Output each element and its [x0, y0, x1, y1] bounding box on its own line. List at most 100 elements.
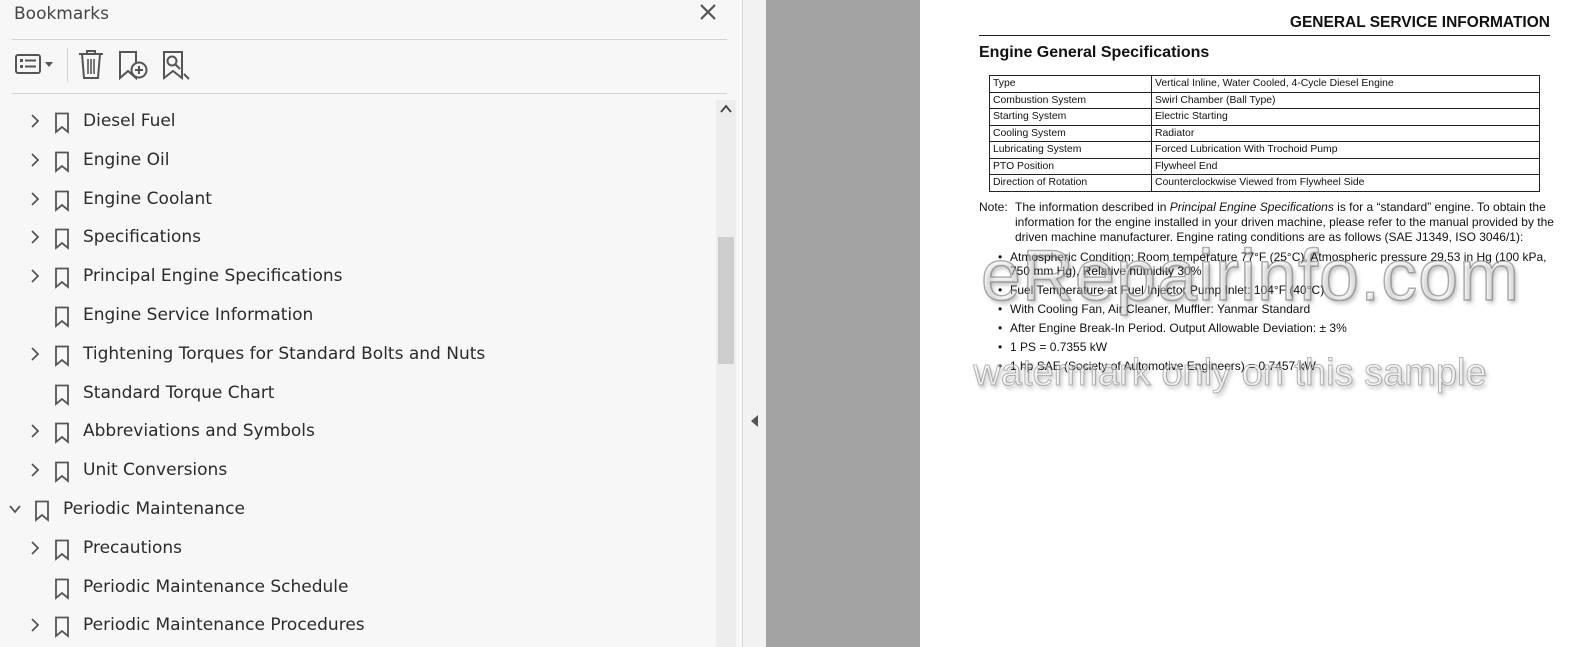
- options-menu-button[interactable]: [14, 48, 58, 82]
- bookmark-label: Abbreviations and Symbols: [83, 421, 315, 442]
- bookmark-label: Specifications: [83, 227, 202, 248]
- bookmark-icon: [55, 306, 69, 328]
- bookmark-item[interactable]: Periodic Maintenance Procedures: [0, 606, 716, 644]
- bookmark-icon: [55, 422, 69, 445]
- note-body: The information described in Principal E…: [1015, 200, 1555, 245]
- chevron-right-icon[interactable]: [28, 191, 42, 207]
- spec-table: Type Vertical Inline, Water Cooled, 4-Cyc…: [989, 75, 1540, 192]
- bookmark-item[interactable]: Unit Conversions: [0, 451, 716, 489]
- note-text: The information described in: [1015, 200, 1170, 214]
- bookmark-icon: [55, 539, 69, 561]
- add-bookmark-button[interactable]: [116, 48, 150, 82]
- chevron-right-icon[interactable]: [28, 229, 42, 245]
- bookmark-item[interactable]: Precautions: [0, 529, 716, 567]
- bookmark-icon: [55, 578, 69, 600]
- scroll-up-icon[interactable]: [719, 102, 733, 116]
- collapse-panel-icon[interactable]: [750, 414, 760, 428]
- bookmark-label: Engine Service Information: [83, 305, 314, 325]
- bookmark-label: Standard Torque Chart: [83, 382, 275, 403]
- bookmark-item[interactable]: Periodic Maintenance: [0, 490, 716, 528]
- bookmark-icon: [35, 500, 49, 522]
- bookmark-item[interactable]: Tightening Torques for Standard Bolts an…: [0, 335, 716, 373]
- divider: [12, 39, 727, 40]
- document-page: GENERAL SERVICE INFORMATION Engine Gener…: [920, 0, 1581, 647]
- bookmark-icon: [55, 384, 69, 406]
- panel-splitter[interactable]: [742, 0, 767, 647]
- bookmark-item[interactable]: Standard Torque Chart: [0, 374, 716, 412]
- list-item: With Cooling Fan, Air Cleaner, Muffler: …: [998, 302, 1558, 316]
- bookmark-icon: [55, 151, 69, 173]
- table-row: Cooling System Radiator: [989, 124, 1540, 142]
- divider: [12, 93, 727, 94]
- add-bookmark-icon: [119, 51, 148, 81]
- list-item: Atmospheric Condition: Room temperature …: [998, 250, 1558, 278]
- bookmark-icon: [55, 190, 69, 212]
- spec-value: Swirl Chamber (Ball Type): [1151, 91, 1540, 109]
- bookmark-item[interactable]: Abbreviations and Symbols: [0, 412, 716, 450]
- bookmark-icon: [55, 616, 69, 639]
- table-row: Direction of Rotation Counterclockwise Vi…: [989, 174, 1540, 192]
- spec-key: Starting System: [989, 108, 1152, 126]
- list-item: 1 PS = 0.7355 kW: [998, 340, 1558, 354]
- find-bookmark-button[interactable]: [160, 48, 192, 82]
- bookmark-icon: [55, 112, 69, 134]
- spec-value: Forced Lubrication With Trochoid Pump: [1151, 141, 1540, 159]
- bookmark-label: Precautions: [83, 537, 182, 558]
- spec-key: PTO Position: [989, 157, 1152, 175]
- bookmark-item[interactable]: Engine Oil: [0, 141, 716, 179]
- bookmarks-panel: Bookmarks Diesel Fuel Engine Oil Engine …: [0, 0, 742, 647]
- document-background: [766, 0, 920, 647]
- bookmark-item[interactable]: Principal Engine Specifications: [0, 257, 716, 295]
- spec-key: Lubricating System: [989, 141, 1152, 159]
- chevron-down-icon[interactable]: [8, 501, 22, 517]
- chevron-right-icon[interactable]: [28, 423, 42, 439]
- bookmark-icon: [55, 267, 69, 290]
- list-options-icon: [15, 54, 53, 74]
- note-prefix: Note:: [979, 200, 1008, 214]
- spec-key: Cooling System: [989, 124, 1152, 142]
- chevron-right-icon[interactable]: [28, 346, 42, 362]
- bookmark-icon: [55, 228, 69, 251]
- chevron-right-icon[interactable]: [28, 540, 42, 556]
- bookmark-label: Tightening Torques for Standard Bolts an…: [83, 343, 486, 364]
- chevron-right-icon[interactable]: [28, 617, 42, 633]
- spec-key: Type: [989, 75, 1152, 93]
- bookmark-label: Engine Coolant: [83, 188, 212, 209]
- scrollbar-thumb[interactable]: [718, 237, 734, 364]
- bookmark-label: Engine Oil: [83, 149, 170, 170]
- bookmark-item[interactable]: Diesel Fuel: [0, 102, 716, 140]
- table-row: Starting System Electric Starting: [989, 108, 1540, 126]
- trash-icon: [79, 50, 103, 79]
- spec-value: Vertical Inline, Water Cooled, 4-Cycle D…: [1151, 75, 1540, 93]
- bookmark-label: Periodic Maintenance Schedule: [83, 576, 349, 597]
- search-bookmark-icon: [163, 51, 190, 81]
- delete-bookmark-button[interactable]: [76, 48, 106, 82]
- bookmarks-scrollbar[interactable]: [716, 100, 736, 647]
- table-row: Type Vertical Inline, Water Cooled, 4-Cyc…: [989, 75, 1540, 93]
- chevron-right-icon[interactable]: [28, 152, 42, 168]
- note-italic-reference: Principal Engine Specifications: [1169, 200, 1334, 214]
- chevron-right-icon[interactable]: [28, 113, 42, 129]
- panel-title: Bookmarks: [14, 4, 109, 24]
- bookmark-icon: [55, 345, 69, 367]
- spec-value: Electric Starting: [1151, 108, 1540, 126]
- list-item: 1 hp SAE (Society of Automotive Engineer…: [998, 359, 1558, 373]
- table-row: Lubricating System Forced Lubrication Wit…: [989, 141, 1540, 159]
- spec-value: Radiator: [1151, 124, 1540, 142]
- bookmark-label: Periodic Maintenance Procedures: [83, 615, 365, 636]
- chevron-right-icon[interactable]: [28, 462, 42, 478]
- page-header: GENERAL SERVICE INFORMATION: [979, 14, 1550, 36]
- bookmark-item[interactable]: Periodic Maintenance Schedule: [0, 568, 716, 606]
- spec-key: Direction of Rotation: [989, 174, 1152, 192]
- bookmark-label: Unit Conversions: [83, 460, 228, 481]
- close-icon: [700, 4, 716, 20]
- bookmark-label: Principal Engine Specifications: [83, 266, 343, 287]
- bookmark-item[interactable]: Engine Coolant: [0, 180, 716, 218]
- rating-conditions-list: Atmospheric Condition: Room temperature …: [998, 250, 1558, 378]
- table-row: Combustion System Swirl Chamber (Ball Typ…: [989, 91, 1540, 109]
- bookmark-item[interactable]: Specifications: [0, 218, 716, 256]
- chevron-right-icon[interactable]: [28, 268, 42, 284]
- bookmark-item[interactable]: Engine Service Information: [0, 296, 716, 334]
- list-item: Fuel Temperature at Fuel Injector Pump I…: [998, 283, 1558, 297]
- close-panel-button[interactable]: [697, 0, 719, 24]
